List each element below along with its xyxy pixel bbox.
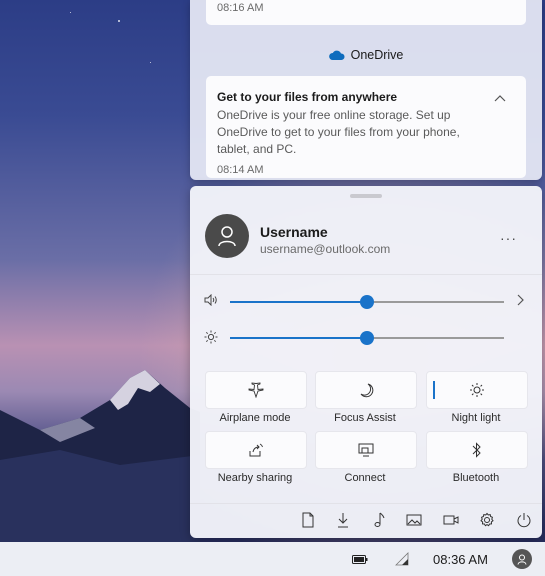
brightness-fill bbox=[230, 337, 367, 339]
volume-slider[interactable] bbox=[230, 295, 504, 309]
divider bbox=[190, 274, 542, 275]
app-name: OneDrive bbox=[350, 48, 404, 62]
moon-icon bbox=[360, 383, 374, 398]
person-icon bbox=[218, 226, 236, 247]
download-icon[interactable] bbox=[336, 512, 350, 528]
notification-time: 08:14 AM bbox=[217, 164, 264, 176]
mountain bbox=[0, 370, 200, 542]
battery-icon[interactable] bbox=[352, 555, 368, 564]
volume-thumb[interactable] bbox=[360, 295, 374, 309]
notification-title: Get to your files from anywhere bbox=[217, 90, 398, 104]
volume-fill bbox=[230, 301, 367, 303]
drag-handle[interactable] bbox=[350, 194, 382, 198]
brightness-thumb[interactable] bbox=[360, 331, 374, 345]
onedrive-cloud-icon bbox=[328, 50, 345, 60]
app-group-header: OneDrive bbox=[190, 48, 542, 62]
power-icon[interactable] bbox=[516, 512, 532, 528]
chevron-up-icon[interactable] bbox=[494, 94, 506, 102]
clock[interactable]: 08:36 AM bbox=[433, 552, 488, 567]
chevron-right-icon[interactable] bbox=[516, 294, 524, 306]
tile-label: Bluetooth bbox=[452, 472, 500, 484]
bluetooth-tile[interactable] bbox=[426, 431, 528, 469]
brightness-icon bbox=[204, 330, 218, 344]
person-icon bbox=[517, 554, 527, 565]
active-indicator bbox=[433, 381, 435, 399]
airplane-icon bbox=[248, 382, 264, 398]
avatar[interactable] bbox=[512, 549, 532, 569]
previous-notification[interactable]: 08:16 AM bbox=[206, 0, 526, 25]
onedrive-notification[interactable]: Get to your files from anywhere OneDrive… bbox=[206, 76, 526, 178]
document-icon[interactable] bbox=[301, 512, 315, 528]
star bbox=[118, 20, 120, 22]
wifi-icon[interactable] bbox=[394, 552, 410, 566]
tile-label: Connect bbox=[344, 472, 386, 484]
brightness-slider-row bbox=[190, 327, 542, 347]
user-avatar[interactable] bbox=[205, 214, 249, 258]
quick-settings-panel: Username username@outlook.com ··· Airpla… bbox=[190, 186, 542, 538]
gear-icon[interactable] bbox=[479, 512, 495, 528]
brightness-slider[interactable] bbox=[230, 331, 504, 345]
username: Username bbox=[260, 224, 328, 240]
sun-icon bbox=[470, 383, 484, 397]
music-icon[interactable] bbox=[372, 512, 386, 528]
night-light-tile[interactable] bbox=[426, 371, 528, 409]
divider bbox=[190, 503, 542, 504]
connect-tile[interactable] bbox=[315, 431, 417, 469]
focus-assist-tile[interactable] bbox=[315, 371, 417, 409]
cast-icon bbox=[358, 443, 374, 457]
tile-label: Airplane mode bbox=[219, 412, 291, 424]
user-email: username@outlook.com bbox=[260, 242, 391, 256]
tile-label: Nearby sharing bbox=[217, 472, 293, 484]
notification-time: 08:16 AM bbox=[217, 2, 264, 14]
more-options-button[interactable]: ··· bbox=[500, 230, 517, 246]
share-icon bbox=[249, 443, 263, 457]
airplane-mode-tile[interactable] bbox=[205, 371, 307, 409]
notification-body: OneDrive is your free online storage. Se… bbox=[217, 108, 460, 156]
star bbox=[150, 62, 151, 63]
notification-center: 08:16 AM OneDrive Get to your files from… bbox=[190, 0, 542, 180]
star bbox=[70, 12, 71, 13]
bluetooth-icon bbox=[472, 442, 481, 458]
tile-label: Night light bbox=[451, 412, 501, 424]
volume-slider-row bbox=[190, 291, 542, 311]
video-icon[interactable] bbox=[443, 512, 459, 528]
speaker-icon bbox=[204, 294, 217, 306]
tile-label: Focus Assist bbox=[334, 412, 396, 424]
taskbar: 08:36 AM bbox=[0, 542, 545, 576]
nearby-sharing-tile[interactable] bbox=[205, 431, 307, 469]
image-icon[interactable] bbox=[406, 512, 422, 528]
